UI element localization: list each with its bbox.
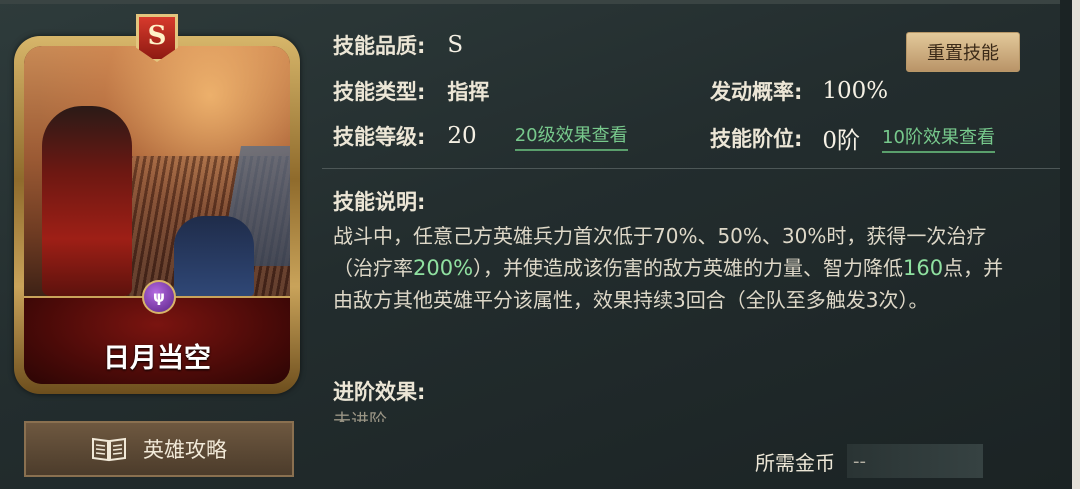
advance-label: 进阶效果: bbox=[333, 380, 426, 404]
artwork-figure-blue bbox=[174, 216, 254, 296]
skill-artwork bbox=[24, 46, 290, 296]
trigger-row: 发动概率: 100% bbox=[710, 76, 888, 106]
reset-skill-button[interactable]: 重置技能 bbox=[906, 32, 1020, 72]
rank-effect-link[interactable]: 10阶效果查看 bbox=[882, 123, 995, 153]
quality-value: S bbox=[447, 32, 464, 58]
trigger-value: 100% bbox=[822, 78, 889, 104]
advance-header: 进阶效果: bbox=[333, 376, 425, 406]
book-icon bbox=[91, 436, 127, 462]
top-frame bbox=[0, 0, 1080, 4]
advance-value: 未进阶 bbox=[333, 411, 387, 422]
description-text-2: ），并使造成该伤害的敌方英雄的力量、智力降低 bbox=[473, 256, 904, 280]
type-label: 技能类型: bbox=[333, 80, 426, 104]
section-divider bbox=[322, 168, 1066, 169]
level-value: 20 bbox=[447, 123, 477, 149]
skill-name: 日月当空 bbox=[103, 343, 211, 374]
gold-label: 所需金币 bbox=[755, 450, 835, 475]
card-border: ψ 日月当空 bbox=[14, 36, 300, 394]
description-label: 技能说明: bbox=[333, 190, 426, 214]
skill-description: 战斗中，任意己方英雄兵力首次低于70%、50%、30%时，获得一次治疗（治疗率2… bbox=[333, 220, 1023, 316]
quality-row: 技能品质: S bbox=[333, 30, 463, 60]
level-row: 技能等级: 20 20级效果查看 bbox=[333, 121, 628, 151]
card-inner: ψ 日月当空 bbox=[24, 46, 290, 384]
gold-cost: 所需金币 -- bbox=[755, 444, 983, 478]
skill-type-icon: ψ bbox=[142, 280, 176, 314]
heal-rate-highlight: 200% bbox=[413, 256, 474, 280]
rank-label: 技能阶位: bbox=[710, 127, 803, 151]
artwork-figure-red bbox=[42, 106, 132, 296]
quality-label: 技能品质: bbox=[333, 34, 426, 58]
hero-guide-label: 英雄攻略 bbox=[143, 438, 227, 462]
right-edge bbox=[1072, 0, 1080, 489]
level-label: 技能等级: bbox=[333, 125, 426, 149]
hero-guide-button[interactable]: 英雄攻略 bbox=[24, 421, 294, 477]
trigger-label: 发动概率: bbox=[710, 80, 803, 104]
type-value: 指挥 bbox=[447, 80, 490, 104]
stat-reduction-highlight: 160 bbox=[903, 256, 944, 280]
right-edge-shadow bbox=[1060, 0, 1072, 489]
description-header: 技能说明: bbox=[333, 186, 425, 216]
type-row: 技能类型: 指挥 bbox=[333, 76, 489, 106]
rank-row: 技能阶位: 0阶 10阶效果查看 bbox=[710, 121, 995, 155]
level-effect-link[interactable]: 20级效果查看 bbox=[514, 121, 628, 151]
rank-value: 0阶 bbox=[822, 128, 861, 154]
skill-card: ψ 日月当空 S bbox=[14, 14, 300, 396]
gold-value: -- bbox=[847, 444, 983, 478]
